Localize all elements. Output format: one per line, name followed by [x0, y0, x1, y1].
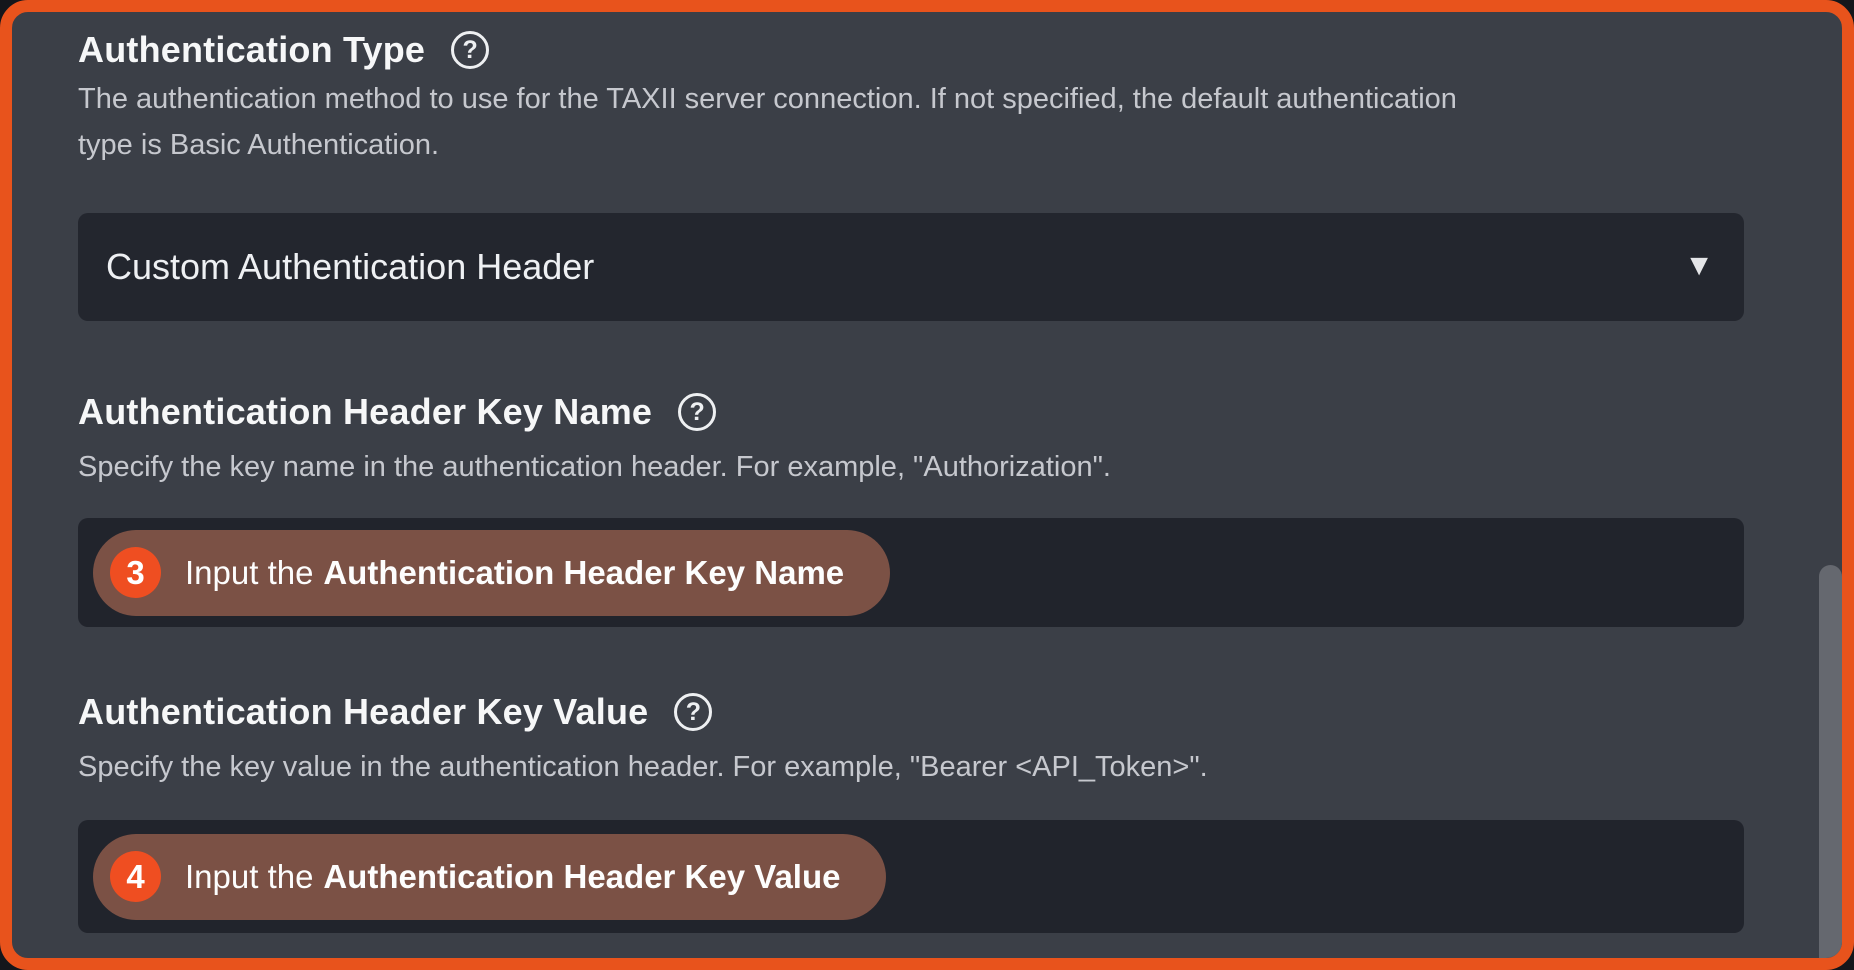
step-4-annotation: 4 Input theAuthentication Header Key Val…: [93, 834, 886, 920]
auth-header-key-name-input[interactable]: 3 Input theAuthentication Header Key Nam…: [78, 518, 1744, 627]
step-number-badge: 3: [110, 547, 161, 598]
step-3-annotation: 3 Input theAuthentication Header Key Nam…: [93, 530, 890, 616]
form-panel: Authentication Type ? The authentication…: [0, 0, 1854, 970]
help-icon[interactable]: ?: [674, 693, 712, 731]
chevron-down-icon: ▼: [1684, 251, 1714, 281]
authentication-type-select[interactable]: Custom Authentication Header ▼: [78, 213, 1744, 321]
field-label-row: Authentication Header Key Value ?: [78, 688, 712, 736]
field-description: Specify the key name in the authenticati…: [78, 444, 1478, 490]
selected-option-label: Custom Authentication Header: [106, 246, 594, 288]
help-icon[interactable]: ?: [678, 393, 716, 431]
field-label-auth-header-key-name: Authentication Header Key Name: [78, 391, 652, 433]
field-label-row: Authentication Header Key Name ?: [78, 388, 716, 436]
annotation-text: Input theAuthentication Header Key Value: [185, 858, 840, 896]
annotation-text: Input theAuthentication Header Key Name: [185, 554, 844, 592]
help-icon[interactable]: ?: [451, 31, 489, 69]
step-number-badge: 4: [110, 851, 161, 902]
field-description: Specify the key value in the authenticat…: [78, 744, 1478, 790]
auth-header-key-value-input[interactable]: 4 Input theAuthentication Header Key Val…: [78, 820, 1744, 933]
field-label-row: Authentication Type ?: [78, 26, 489, 74]
field-description: The authentication method to use for the…: [78, 76, 1478, 168]
field-label-authentication-type: Authentication Type: [78, 29, 425, 71]
field-label-auth-header-key-value: Authentication Header Key Value: [78, 691, 648, 733]
vertical-scrollbar-thumb[interactable]: [1819, 565, 1842, 958]
